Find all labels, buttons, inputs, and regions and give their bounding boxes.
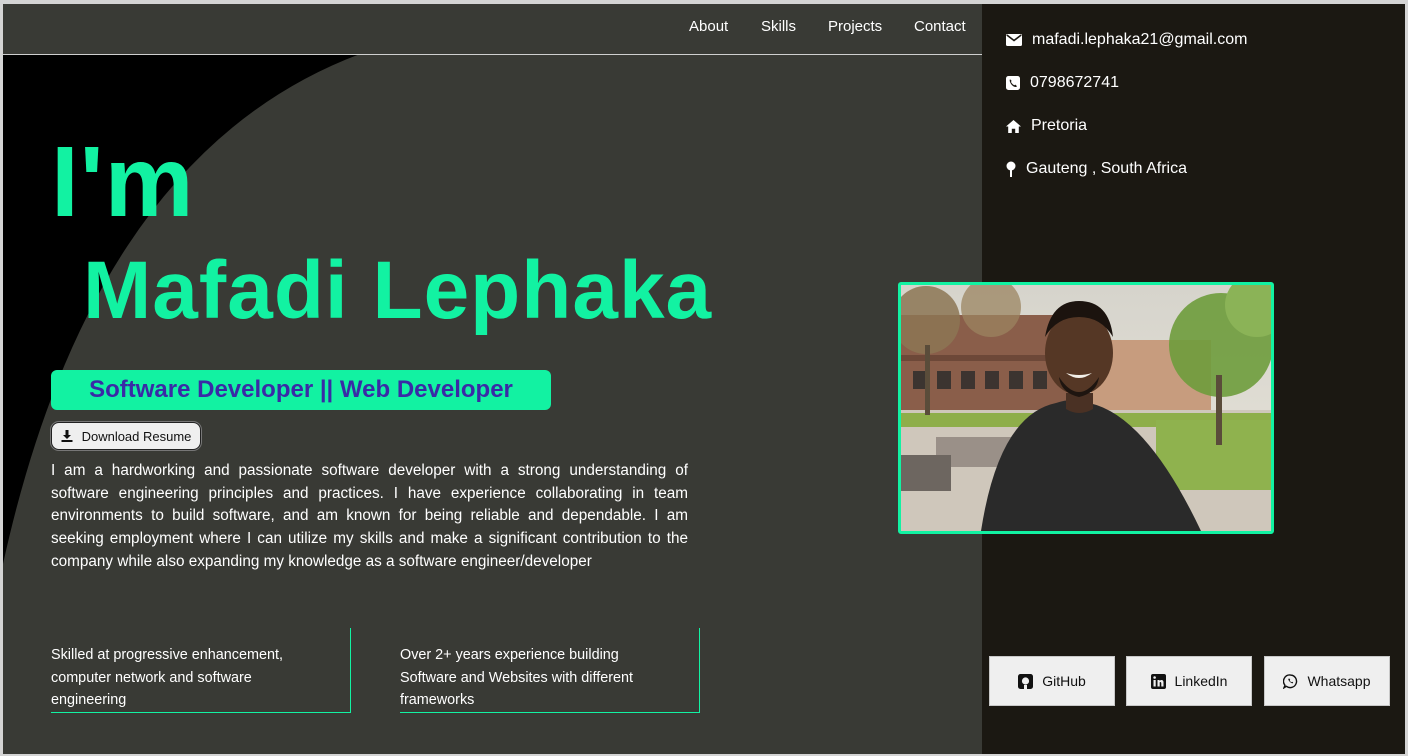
nav-skills-link[interactable]: Skills <box>761 18 796 35</box>
bio-paragraph: I am a hardworking and passionate softwa… <box>51 462 688 570</box>
github-button[interactable]: GitHub <box>989 656 1115 706</box>
profile-photo <box>898 282 1274 534</box>
phone-icon <box>1006 76 1020 90</box>
github-icon <box>1018 673 1034 689</box>
nav-projects-link[interactable]: Projects <box>828 18 882 35</box>
name-heading: Mafadi Lephaka <box>83 245 713 336</box>
city-text: Pretoria <box>1031 117 1088 134</box>
phone-text: 0798672741 <box>1030 74 1119 91</box>
contact-region: Gauteng , South Africa <box>1006 160 1187 178</box>
whatsapp-icon <box>1283 673 1298 689</box>
map-pin-icon <box>1006 161 1016 177</box>
download-icon <box>61 430 73 442</box>
region-text: Gauteng , South Africa <box>1026 160 1187 177</box>
contact-city: Pretoria <box>1006 117 1087 135</box>
download-resume-label: Download Resume <box>81 428 192 444</box>
contact-phone: 0798672741 <box>1006 74 1119 92</box>
hero-panel: About Skills Projects Contact I'm Mafadi… <box>3 4 982 754</box>
portfolio-page: About Skills Projects Contact I'm Mafadi… <box>3 4 1405 754</box>
contact-email: mafadi.lephaka21@gmail.com <box>1006 31 1247 49</box>
home-icon <box>1006 119 1021 133</box>
highlight-text: Over 2+ years experience building Softwa… <box>400 647 634 708</box>
download-resume-button[interactable]: Download Resume <box>51 422 201 450</box>
whatsapp-button[interactable]: Whatsapp <box>1264 656 1390 706</box>
role-banner: Software Developer || Web Developer <box>51 370 551 410</box>
greeting-heading: I'm <box>51 126 195 238</box>
nav-contact-link[interactable]: Contact <box>914 18 966 35</box>
envelope-icon <box>1006 34 1022 46</box>
highlight-text: Skilled at progressive enhancement, comp… <box>51 647 283 708</box>
highlight-card-skills: Skilled at progressive enhancement, comp… <box>51 628 351 713</box>
github-label: GitHub <box>1042 673 1086 689</box>
whatsapp-label: Whatsapp <box>1307 673 1371 689</box>
highlight-card-experience: Over 2+ years experience building Softwa… <box>400 628 700 713</box>
email-text: mafadi.lephaka21@gmail.com <box>1032 31 1248 48</box>
linkedin-icon <box>1150 673 1166 689</box>
linkedin-button[interactable]: LinkedIn <box>1126 656 1252 706</box>
nav-about-link[interactable]: About <box>689 18 728 35</box>
linkedin-label: LinkedIn <box>1174 673 1228 689</box>
top-nav: About Skills Projects Contact <box>3 4 982 55</box>
